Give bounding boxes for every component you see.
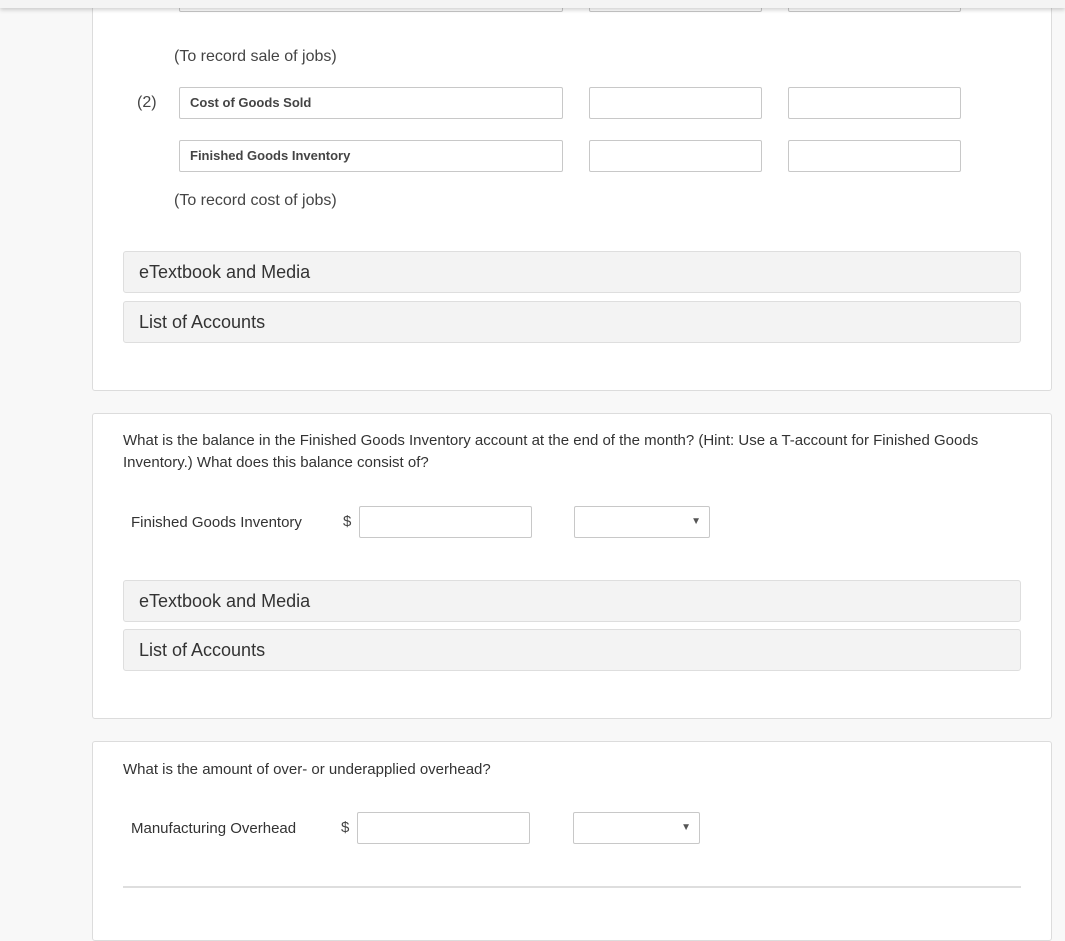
entry-note-cost: (To record cost of jobs)	[174, 192, 337, 209]
etextbook-media-button[interactable]: eTextbook and Media	[123, 251, 1021, 293]
credit-input-cogs[interactable]	[788, 87, 961, 119]
entry-number: (2)	[137, 94, 157, 111]
question-text: What is the amount of over- or underappl…	[123, 761, 491, 778]
overhead-type-select[interactable]: ▼	[573, 812, 700, 844]
chevron-down-icon: ▼	[691, 516, 701, 527]
entry-note-sale: (To record sale of jobs)	[174, 48, 337, 65]
chevron-down-icon: ▼	[681, 822, 691, 833]
debit-input-cogs[interactable]	[589, 87, 762, 119]
account-field-cogs[interactable]: Cost of Goods Sold	[179, 87, 563, 119]
debit-input-fg-inventory[interactable]	[589, 140, 762, 172]
fg-balance-select[interactable]: ▼	[574, 506, 710, 538]
top-bar	[0, 0, 1065, 8]
etextbook-media-button[interactable]: eTextbook and Media	[123, 580, 1021, 622]
answer-label: Finished Goods Inventory	[131, 514, 302, 531]
account-name: Finished Goods Inventory	[190, 148, 351, 163]
finished-goods-question-card: What is the balance in the Finished Good…	[92, 413, 1052, 719]
fg-amount-input[interactable]	[359, 506, 532, 538]
list-of-accounts-button[interactable]: List of Accounts	[123, 301, 1021, 343]
account-name: Cost of Goods Sold	[190, 95, 312, 110]
overhead-question-card: What is the amount of over- or underappl…	[92, 741, 1052, 941]
journal-entry-card: Sales Revenue (To record sale of jobs) (…	[92, 0, 1052, 391]
credit-input-fg-inventory[interactable]	[788, 140, 961, 172]
overhead-amount-input[interactable]	[357, 812, 530, 844]
answer-label: Manufacturing Overhead	[131, 820, 297, 837]
question-text: What is the balance in the Finished Good…	[123, 432, 979, 471]
list-of-accounts-button[interactable]: List of Accounts	[123, 629, 1021, 671]
currency-symbol: $	[341, 819, 350, 836]
currency-symbol: $	[343, 513, 352, 530]
account-field-fg-inventory[interactable]: Finished Goods Inventory	[179, 140, 563, 172]
